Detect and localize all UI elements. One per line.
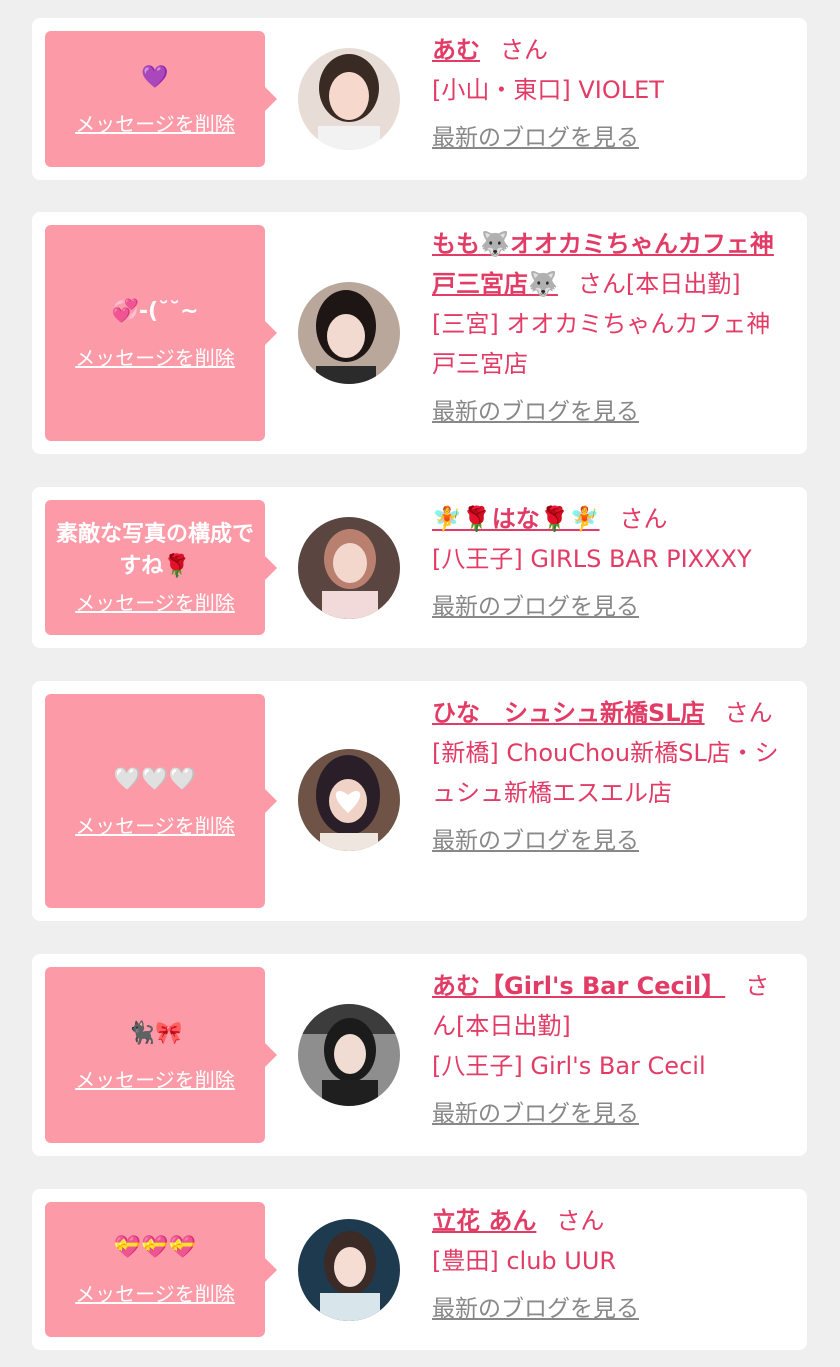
sender-info: もも🐺オオカミちゃんカフェ神戸三宮店🐺 さん[本日出勤] [三宮] オオカミちゃん… xyxy=(432,224,792,432)
latest-blog-link[interactable]: 最新のブログを見る xyxy=(432,392,639,432)
girl-name-link[interactable]: ひな シュシュ新橋SL店 xyxy=(432,699,705,727)
work-status: [本日出勤] xyxy=(625,270,741,298)
sender-info: 🧚🌹はな🌹🧚 さん [八王子] GIRLS BAR PIXXXY 最新のブログを見… xyxy=(432,499,792,627)
message-card: 🤍🤍🤍 メッセージを削除 ひな シュシュ新橋SL店 さん [新橋] ChouCho… xyxy=(32,681,807,921)
avatar[interactable] xyxy=(298,48,400,150)
honorific: さん xyxy=(556,1207,605,1235)
honorific: さん xyxy=(619,505,668,533)
honorific: さん xyxy=(577,270,626,298)
girl-name-link[interactable]: 立花 あん xyxy=(432,1207,536,1235)
message-bubble: 🤍🤍🤍 メッセージを削除 xyxy=(45,694,277,908)
shop-text: [八王子] GIRLS BAR PIXXXY xyxy=(432,545,752,573)
sender-info: あむ さん [小山・東口] VIOLET 最新のブログを見る xyxy=(432,30,792,158)
message-text: 🤍🤍🤍 xyxy=(113,766,197,792)
message-card: 素敵な写真の構成ですね🌹 メッセージを削除 🧚🌹はな🌹🧚 さん [八王子] GIR… xyxy=(32,487,807,648)
message-bubble: 素敵な写真の構成ですね🌹 メッセージを削除 xyxy=(45,500,277,635)
delete-message-link[interactable]: メッセージを削除 xyxy=(75,1278,235,1307)
girl-name-link[interactable]: 🧚🌹はな🌹🧚 xyxy=(432,505,600,533)
sender-info: あむ【Girl's Bar Cecil】 さん[本日出勤] [八王子] Girl'… xyxy=(432,966,792,1134)
delete-message-link[interactable]: メッセージを削除 xyxy=(75,1064,235,1093)
latest-blog-link[interactable]: 最新のブログを見る xyxy=(432,1289,639,1329)
shop-text: [豊田] club UUR xyxy=(432,1247,617,1275)
sender-info: ひな シュシュ新橋SL店 さん [新橋] ChouChou新橋SL店・シュシュ新橋… xyxy=(432,693,792,861)
message-bubble: 💝💝💝 メッセージを削除 xyxy=(45,1202,277,1337)
message-bubble: 💞-(˘˘~ メッセージを削除 xyxy=(45,225,277,441)
work-status: [本日出勤] xyxy=(456,1012,571,1040)
sender-info: 立花 あん さん [豊田] club UUR 最新のブログを見る xyxy=(432,1201,792,1329)
delete-message-link[interactable]: メッセージを削除 xyxy=(75,342,235,371)
avatar[interactable] xyxy=(298,1219,400,1321)
avatar[interactable] xyxy=(298,1004,400,1106)
avatar[interactable] xyxy=(298,282,400,384)
latest-blog-link[interactable]: 最新のブログを見る xyxy=(432,118,639,158)
honorific: さん xyxy=(500,36,548,64)
message-text: 🐈‍⬛🎀 xyxy=(127,1020,183,1046)
message-text: 素敵な写真の構成ですね🌹 xyxy=(55,522,254,579)
message-card: 💜 メッセージを削除 あむ さん [小山・東口] VIOLET 最新のブログを見る xyxy=(32,18,807,180)
message-card: 💝💝💝 メッセージを削除 立花 あん さん [豊田] club UUR 最新のブロ… xyxy=(32,1189,807,1350)
honorific: さん xyxy=(724,699,773,727)
shop-text: [八王子] Girl's Bar Cecil xyxy=(432,1052,706,1080)
avatar[interactable] xyxy=(298,749,400,851)
delete-message-link[interactable]: メッセージを削除 xyxy=(75,108,235,137)
girl-name-link[interactable]: あむ【Girl's Bar Cecil】 xyxy=(432,972,725,1000)
avatar[interactable] xyxy=(298,517,400,619)
message-bubble: 🐈‍⬛🎀 メッセージを削除 xyxy=(45,967,277,1143)
message-card: 💞-(˘˘~ メッセージを削除 もも🐺オオカミちゃんカフェ神戸三宮店🐺 さん[本日… xyxy=(32,212,807,454)
message-text: 💜 xyxy=(141,64,169,90)
delete-message-link[interactable]: メッセージを削除 xyxy=(75,587,235,616)
message-text: 💞-(˘˘~ xyxy=(111,298,199,324)
latest-blog-link[interactable]: 最新のブログを見る xyxy=(432,821,639,861)
latest-blog-link[interactable]: 最新のブログを見る xyxy=(432,1094,639,1134)
girl-name-link[interactable]: あむ xyxy=(432,36,480,64)
message-bubble: 💜 メッセージを削除 xyxy=(45,31,277,167)
shop-text: [小山・東口] VIOLET xyxy=(432,76,664,104)
delete-message-link[interactable]: メッセージを削除 xyxy=(75,810,235,839)
message-text: 💝💝💝 xyxy=(113,1235,197,1260)
shop-text: [新橋] ChouChou新橋SL店・シュシュ新橋エスエル店 xyxy=(432,739,779,807)
message-card: 🐈‍⬛🎀 メッセージを削除 あむ【Girl's Bar Cecil】 さん[本日出… xyxy=(32,954,807,1156)
latest-blog-link[interactable]: 最新のブログを見る xyxy=(432,587,639,627)
shop-text: [三宮] オオカミちゃんカフェ神戸三宮店 xyxy=(432,310,771,378)
